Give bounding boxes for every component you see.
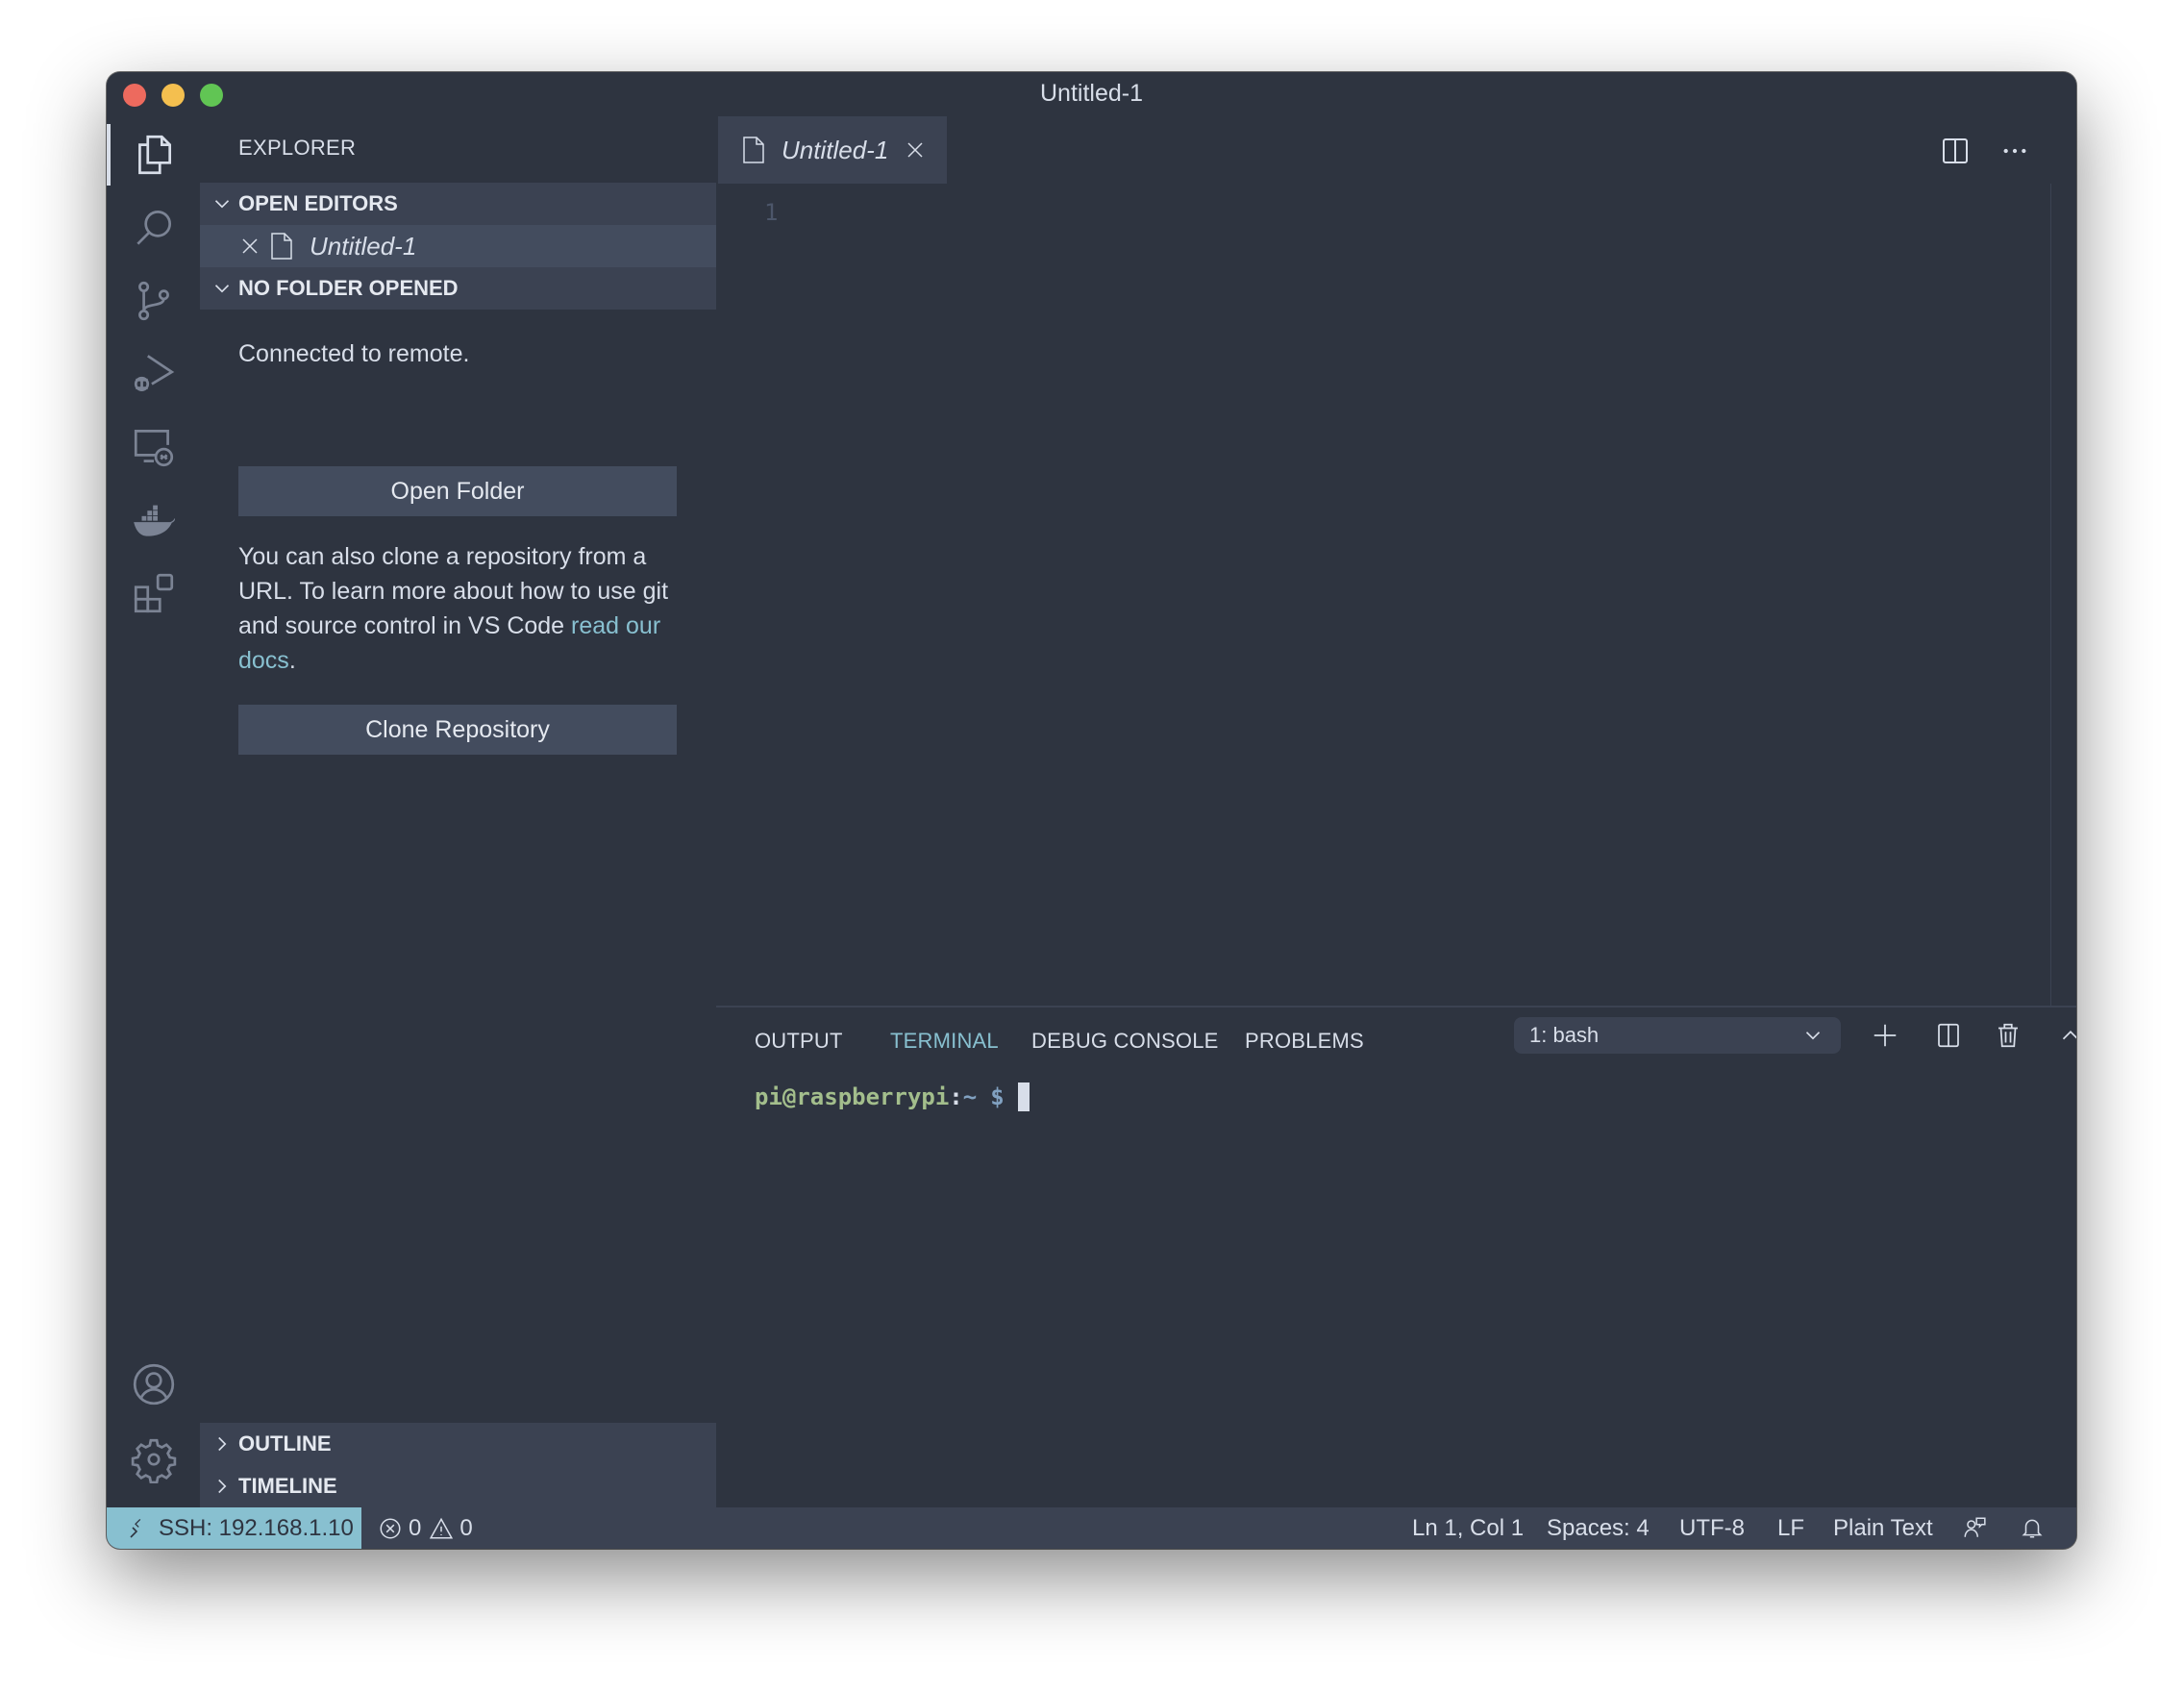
search-icon [136, 210, 171, 245]
editor-tab-name: Untitled-1 [782, 135, 889, 164]
open-editor-item[interactable]: Untitled-1 [200, 225, 716, 267]
source-control-icon [137, 281, 169, 321]
outline-header[interactable]: OUTLINE [200, 1423, 716, 1465]
panel-tab-problems[interactable]: PROBLEMS [1245, 1029, 1364, 1054]
bottom-panel: OUTPUT TERMINAL DEBUG CONSOLE PROBLEMS 1… [716, 1006, 2076, 1507]
notifications-button[interactable] [2020, 1515, 2045, 1540]
activity-extensions[interactable] [107, 555, 200, 632]
status-bar: SSH: 192.168.1.10 0 0 Ln 1, Col 1 Spaces… [107, 1507, 2076, 1549]
prompt-colon: : [949, 1083, 963, 1110]
editor-area: Untitled-1 1 [716, 116, 2076, 1006]
open-editors-header[interactable]: OPEN EDITORS [200, 183, 716, 225]
close-icon[interactable] [238, 235, 261, 258]
activity-remote-explorer[interactable] [107, 409, 200, 485]
remote-label: SSH: 192.168.1.10 [159, 1514, 354, 1541]
activity-manage[interactable] [107, 1421, 200, 1498]
language-mode[interactable]: Plain Text [1833, 1515, 1933, 1542]
kill-terminal-icon[interactable] [1994, 1021, 2023, 1050]
chevron-down-icon [214, 285, 230, 293]
files-icon [137, 135, 171, 175]
timeline-label: TIMELINE [238, 1474, 337, 1498]
feedback-icon [1964, 1517, 1986, 1537]
docker-icon [133, 505, 175, 536]
terminal-prompt[interactable]: pi@raspberrypi: ~ $ [755, 1082, 1030, 1111]
error-icon [380, 1518, 401, 1539]
close-icon[interactable] [904, 138, 927, 162]
warning-icon [430, 1517, 454, 1539]
activity-bar [107, 116, 200, 1507]
indentation[interactable]: Spaces: 4 [1547, 1515, 1650, 1542]
remote-icon [130, 1518, 141, 1538]
bell-icon [2022, 1519, 2043, 1538]
prompt-user-host: pi@raspberrypi [755, 1083, 950, 1110]
window-title: Untitled-1 [1040, 80, 1143, 107]
editor-tab-bar: Untitled-1 [716, 116, 2076, 184]
more-actions-icon[interactable] [1999, 136, 2030, 166]
encoding[interactable]: UTF-8 [1679, 1515, 1745, 1542]
panel-tab-terminal[interactable]: TERMINAL [890, 1029, 999, 1054]
chevron-right-icon [218, 1436, 227, 1452]
problems-status[interactable]: 0 0 [378, 1515, 473, 1542]
line-number: 1 [764, 199, 779, 226]
activity-explorer[interactable] [107, 116, 200, 193]
terminal-select-value: 1: bash [1529, 1023, 1600, 1047]
activity-docker[interactable] [107, 482, 200, 559]
panel-tab-debug-console[interactable]: DEBUG CONSOLE [1031, 1029, 1219, 1054]
clone-repository-button[interactable]: Clone Repository [238, 705, 677, 755]
editor-tab[interactable]: Untitled-1 [718, 116, 947, 184]
no-folder-label: NO FOLDER OPENED [238, 276, 459, 300]
new-terminal-icon[interactable] [1871, 1021, 1899, 1050]
sidebar-explorer: EXPLORER OPEN EDITORS Untitled-1 NO FOLD… [200, 116, 718, 1507]
end-of-line[interactable]: LF [1777, 1515, 1804, 1542]
open-folder-button[interactable]: Open Folder [238, 466, 677, 516]
activity-accounts[interactable] [107, 1346, 200, 1423]
clone-help-end: . [288, 647, 296, 674]
account-icon [133, 1363, 174, 1406]
activity-search[interactable] [107, 189, 200, 266]
run-debug-icon [134, 355, 174, 392]
timeline-header[interactable]: TIMELINE [200, 1465, 716, 1507]
remote-explorer-icon [134, 429, 173, 467]
activity-source-control[interactable] [107, 262, 200, 339]
terminal-cursor [1017, 1082, 1030, 1111]
warning-count: 0 [459, 1515, 473, 1541]
chevron-down-icon [1805, 1032, 1821, 1040]
connected-text: Connected to remote. [238, 340, 470, 367]
maximize-panel-icon[interactable] [2056, 1021, 2076, 1050]
error-count: 0 [409, 1515, 422, 1541]
file-icon [743, 137, 764, 163]
remote-indicator[interactable]: SSH: 192.168.1.10 [107, 1507, 361, 1549]
terminal-select[interactable]: 1: bash [1514, 1017, 1841, 1054]
chevron-right-icon [218, 1479, 227, 1494]
feedback-button[interactable] [1962, 1515, 1987, 1540]
gear-icon [131, 1438, 176, 1483]
file-icon [271, 233, 292, 260]
prompt-symbol: $ [990, 1083, 1005, 1110]
outline-label: OUTLINE [238, 1431, 332, 1456]
cursor-position[interactable]: Ln 1, Col 1 [1412, 1515, 1524, 1542]
vscode-window: Untitled-1 EXPLORER OPEN EDITORS Untitle… [107, 72, 2076, 1549]
title-bar: Untitled-1 [107, 72, 2076, 116]
clone-help-text: You can also clone a repository from a U… [238, 539, 690, 678]
split-terminal-icon[interactable] [1934, 1021, 1963, 1050]
editor-scrollbar-track[interactable] [2050, 184, 2051, 1006]
extensions-icon [134, 573, 173, 613]
chevron-down-icon [214, 200, 230, 209]
prompt-path: ~ [962, 1083, 978, 1110]
open-editors-label: OPEN EDITORS [238, 191, 398, 215]
sidebar-title: EXPLORER [238, 136, 357, 160]
no-folder-header[interactable]: NO FOLDER OPENED [200, 267, 716, 310]
activity-run-debug[interactable] [107, 336, 200, 412]
panel-tab-output[interactable]: OUTPUT [755, 1029, 843, 1054]
split-editor-icon[interactable] [1940, 136, 1971, 166]
open-editor-name: Untitled-1 [310, 231, 417, 261]
